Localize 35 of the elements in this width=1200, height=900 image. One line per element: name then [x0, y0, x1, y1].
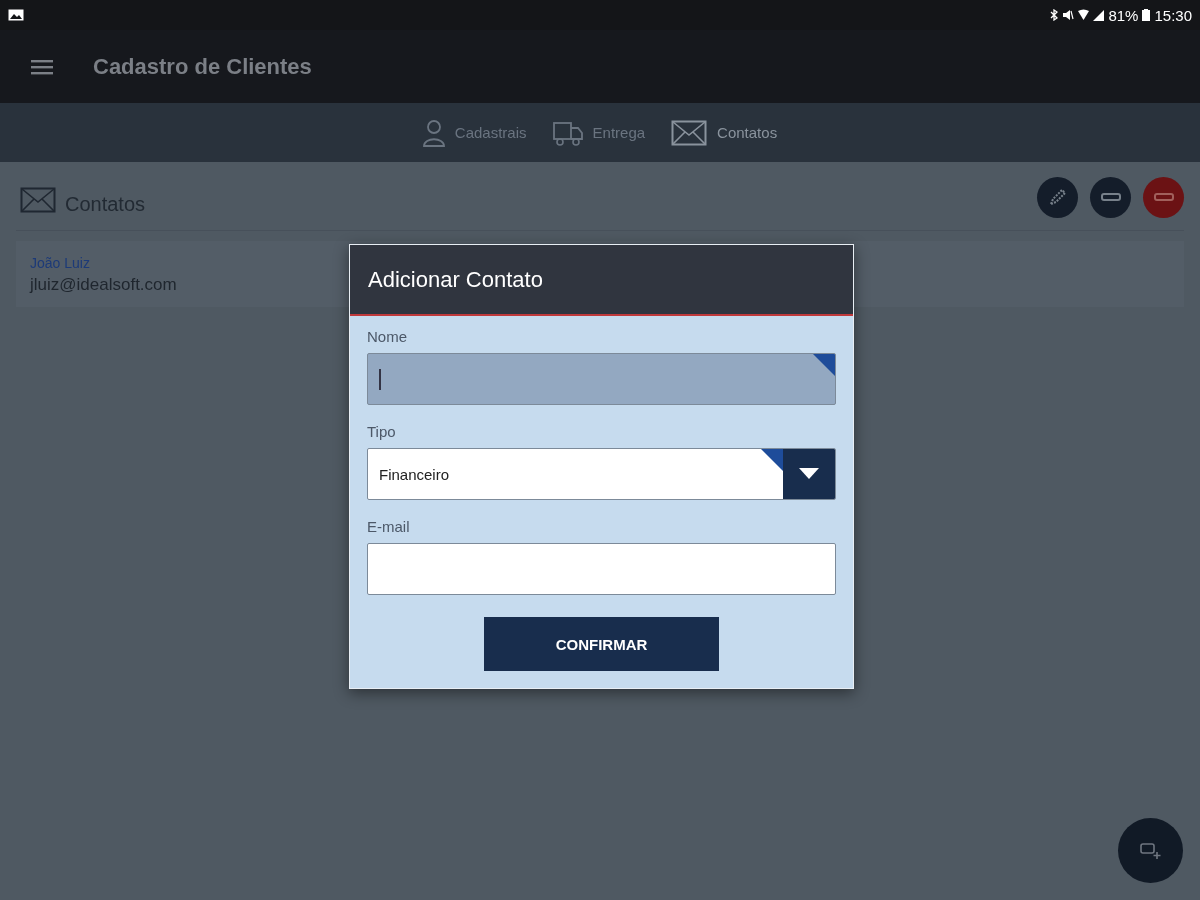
app-title: Cadastro de Clientes: [93, 53, 312, 80]
input-field[interactable]: [367, 353, 836, 405]
tab[interactable]: Contatos: [671, 119, 778, 146]
wifi-icon: [1078, 9, 1090, 21]
delete-button[interactable]: [1143, 176, 1184, 218]
menu-icon: [31, 58, 53, 75]
minus-icon: [1100, 193, 1121, 201]
pencil-icon: [1047, 187, 1068, 207]
caret-icon: [799, 468, 819, 480]
field-label: E-mail: [367, 518, 411, 535]
signal-icon: [1093, 9, 1105, 21]
clock-time: 15:30: [1154, 6, 1192, 24]
add-contact-icon: [1139, 841, 1162, 860]
edit-button[interactable]: [1037, 176, 1078, 218]
tab[interactable]: Cadastrais: [422, 118, 527, 147]
input-field[interactable]: [367, 543, 836, 595]
mute-icon: [1062, 9, 1075, 21]
menu-button[interactable]: [31, 58, 53, 75]
minus-icon: [1153, 193, 1174, 201]
mail-icon: [20, 187, 56, 213]
battery-icon: [1142, 9, 1151, 21]
remove-button[interactable]: [1090, 176, 1131, 218]
field-label: Tipo: [367, 423, 397, 440]
dialog-title: Adicionar Contato: [350, 245, 853, 316]
mail-icon: [671, 119, 708, 146]
contact-email: jluiz@idealsoft.com: [30, 275, 177, 295]
person-icon: [422, 118, 445, 147]
confirm-button[interactable]: CONFIRMAR: [484, 617, 719, 671]
bluetooth-icon: [1050, 9, 1059, 21]
dropdown[interactable]: Financeiro: [367, 448, 836, 500]
gallery-icon: [8, 9, 24, 21]
battery-level: 81%: [1108, 6, 1139, 24]
truck-icon: [552, 119, 583, 146]
field-label: Nome: [367, 328, 408, 345]
tab[interactable]: Entrega: [552, 119, 646, 146]
